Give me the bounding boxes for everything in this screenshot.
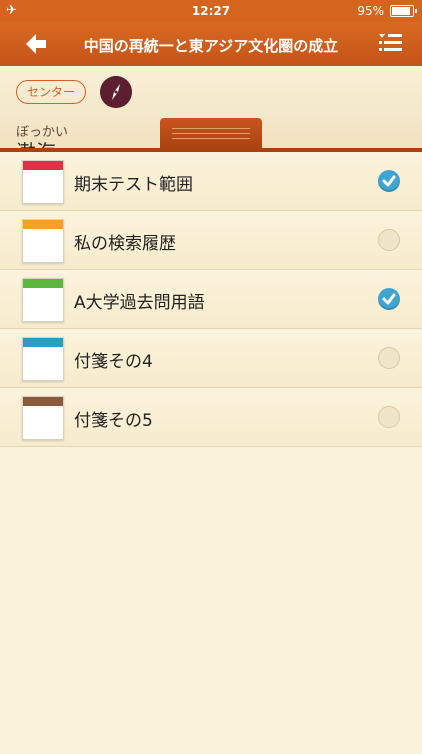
sticky-note-icon bbox=[22, 337, 64, 381]
sheet-pull-tab[interactable] bbox=[160, 118, 262, 150]
compass-icon[interactable] bbox=[100, 76, 132, 108]
battery-percent: 95% bbox=[357, 4, 384, 18]
checkbox[interactable] bbox=[378, 347, 400, 369]
list-item[interactable]: 付箋その5 bbox=[0, 388, 422, 447]
sticky-note-icon bbox=[22, 219, 64, 263]
list-item[interactable]: 期末テスト範囲 bbox=[0, 152, 422, 211]
checkmark-icon[interactable] bbox=[378, 288, 400, 310]
list-item[interactable]: 付箋その4 bbox=[0, 329, 422, 388]
entry-word: 渤海 bbox=[16, 136, 56, 148]
list-menu-icon[interactable] bbox=[378, 32, 404, 56]
sticky-note-icon bbox=[22, 396, 64, 440]
battery-icon bbox=[390, 5, 417, 17]
checkmark-icon[interactable] bbox=[378, 170, 400, 192]
status-bar: ✈ 12:27 95% bbox=[0, 0, 422, 22]
back-arrow-icon[interactable] bbox=[22, 30, 50, 58]
checkbox[interactable] bbox=[378, 406, 400, 428]
note-label: 期末テスト範囲 bbox=[74, 175, 193, 195]
list-item[interactable]: 私の検索履歴 bbox=[0, 211, 422, 270]
note-label: 付箋その5 bbox=[74, 411, 153, 431]
note-label: A大学過去問用語 bbox=[74, 293, 205, 313]
battery-indicator: 95% bbox=[357, 4, 417, 18]
navigation-bar: 中国の再統一と東アジア文化圏の成立 bbox=[0, 22, 422, 66]
list-item[interactable]: A大学過去問用語 bbox=[0, 270, 422, 329]
sticky-note-icon bbox=[22, 278, 64, 322]
page-title: 中国の再統一と東アジア文化圏の成立 bbox=[83, 37, 339, 55]
checkbox[interactable] bbox=[378, 229, 400, 251]
note-label: 付箋その4 bbox=[74, 352, 153, 372]
center-tag[interactable]: センター bbox=[16, 80, 87, 104]
note-label: 私の検索履歴 bbox=[74, 234, 176, 254]
sticky-note-icon bbox=[22, 160, 64, 204]
